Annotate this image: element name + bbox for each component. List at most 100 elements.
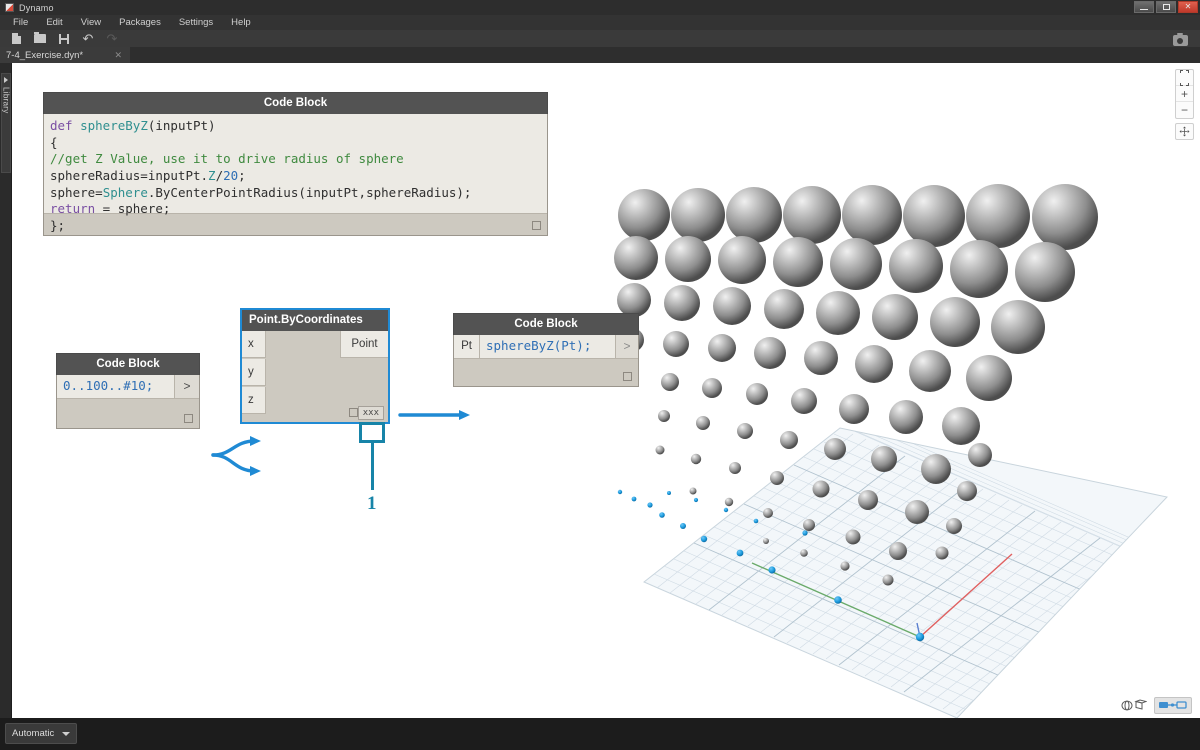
node-resize-handle[interactable] [623,372,632,381]
new-file-button[interactable] [4,30,28,47]
graph-canvas[interactable]: + − [12,63,1200,718]
node-range-code-block[interactable]: Code Block 0..100..#10; > [56,353,200,429]
output-port-0[interactable]: > [616,335,638,359]
node-title: Code Block [43,92,548,114]
axis-lines [752,554,1012,637]
code-token: def [50,118,80,133]
dynamo-logo-icon [5,3,14,12]
output-port-point[interactable]: Point [340,331,388,358]
menu-item-help[interactable]: Help [222,15,260,30]
run-mode-select[interactable]: Automatic [5,723,77,744]
undo-arrow-icon: ↶ [83,32,94,45]
node-resize-handle[interactable] [532,221,541,230]
x-axis-red [920,554,1012,637]
code-line: //get Z Value, use it to drive radius of… [50,151,541,168]
undo-button[interactable]: ↶ [76,30,100,47]
toolbar: ↶ ↷ [0,30,1200,47]
callout-leader-line [371,443,374,490]
chevron-down-icon [62,732,70,736]
node-function-code-block[interactable]: Code Block def sphereByZ(inputPt){//get … [43,92,548,236]
node-title: Code Block [56,353,200,375]
node-body: x y z Point xxx [240,331,390,424]
sphere-grid [614,184,1098,586]
menu-item-file[interactable]: File [4,15,37,30]
pan-button[interactable] [1175,123,1194,140]
minimize-icon [1140,9,1148,10]
code-token: Z [208,168,216,183]
menu-item-packages[interactable]: Packages [110,15,170,30]
node-resize-handle[interactable] [349,408,358,417]
maximize-button[interactable] [1156,1,1176,13]
code-editor[interactable]: sphereByZ(Pt); [480,335,616,359]
code-editor[interactable]: def sphereByZ(inputPt){//get Z Value, us… [44,114,547,214]
code-token: }; [50,218,65,233]
code-token: return [50,201,95,216]
pan-move-icon [1179,126,1190,137]
library-toggle[interactable]: Library [1,73,11,173]
input-port-y[interactable]: y [242,359,266,386]
code-line: return = sphere; [50,201,541,218]
menu-item-settings[interactable]: Settings [170,15,222,30]
node-body: 0..100..#10; > [56,375,200,429]
code-token: = sphere; [95,201,170,216]
code-line: }; [50,218,541,235]
y-axis-green [752,563,920,637]
code-token: sphere= [50,185,103,200]
close-icon: ✕ [1185,3,1192,11]
lacing-highlight-box [359,422,385,443]
open-file-button[interactable] [28,30,52,47]
node-body: def sphereByZ(inputPt){//get Z Value, us… [43,114,548,236]
node-resize-handle[interactable] [184,414,193,423]
zoom-out-button[interactable]: − [1176,102,1193,118]
geometry-preview-toggle[interactable] [1118,697,1150,714]
code-token: (inputPt) [148,118,216,133]
code-token: 20 [223,168,238,183]
lacing-badge[interactable]: xxx [358,406,384,420]
input-port-x[interactable]: x [242,331,266,358]
code-editor[interactable]: 0..100..#10; [57,375,175,399]
geometry-preview-icon [1121,699,1147,712]
status-bar: Automatic [0,718,1200,750]
code-token: .ByCenterPointRadius(inputPt,sphereRadiu… [148,185,472,200]
menu-item-view[interactable]: View [72,15,110,30]
node-title: Point.ByCoordinates [240,308,390,331]
fit-to-screen-button[interactable] [1176,70,1193,86]
library-sidebar: Library [0,63,12,718]
code-token: / [216,168,224,183]
code-line: def sphereByZ(inputPt) [50,118,541,135]
run-mode-label: Automatic [12,728,54,739]
new-file-icon [12,33,21,44]
zoom-in-button[interactable]: + [1176,86,1193,102]
minimize-button[interactable] [1134,1,1154,13]
tab-7-4-exercise[interactable]: 7-4_Exercise.dyn* ✕ [0,47,130,63]
code-token: //get Z Value, use it to drive radius of… [50,151,404,166]
code-token: sphereRadius=inputPt. [50,168,208,183]
node-title: Code Block [453,313,639,335]
node-call-code-block[interactable]: Code Block Pt sphereByZ(Pt); > [453,313,639,387]
node-body: Pt sphereByZ(Pt); > [453,335,639,387]
point-dots [618,490,924,641]
z-axis-blue [917,623,920,637]
viewport-nav-controls: + − [1175,69,1194,119]
node-point-by-coordinates[interactable]: Point.ByCoordinates x y z Point xxx [240,308,390,424]
save-file-button[interactable] [52,30,76,47]
output-port-0[interactable]: > [175,375,199,399]
close-button[interactable]: ✕ [1178,1,1198,13]
code-line: sphereRadius=inputPt.Z/20; [50,168,541,185]
input-port-z[interactable]: z [242,387,266,414]
tab-label: 7-4_Exercise.dyn* [6,50,83,61]
menu-bar: File Edit View Packages Settings Help [0,15,1200,30]
background-preview-toggle[interactable] [1154,697,1192,714]
input-port-pt[interactable]: Pt [454,335,480,359]
redo-button[interactable]: ↷ [100,30,124,47]
viewport-toggles [1118,697,1192,714]
chevron-right-icon [4,77,8,83]
menu-item-edit[interactable]: Edit [37,15,71,30]
code-line: sphere=Sphere.ByCenterPointRadius(inputP… [50,185,541,202]
tab-close-icon[interactable]: ✕ [114,50,122,61]
code-token: sphereByZ [80,118,148,133]
maximize-icon [1163,4,1170,10]
redo-arrow-icon: ↷ [107,32,118,45]
library-label: Library [2,87,11,114]
camera-icon [1173,35,1188,46]
